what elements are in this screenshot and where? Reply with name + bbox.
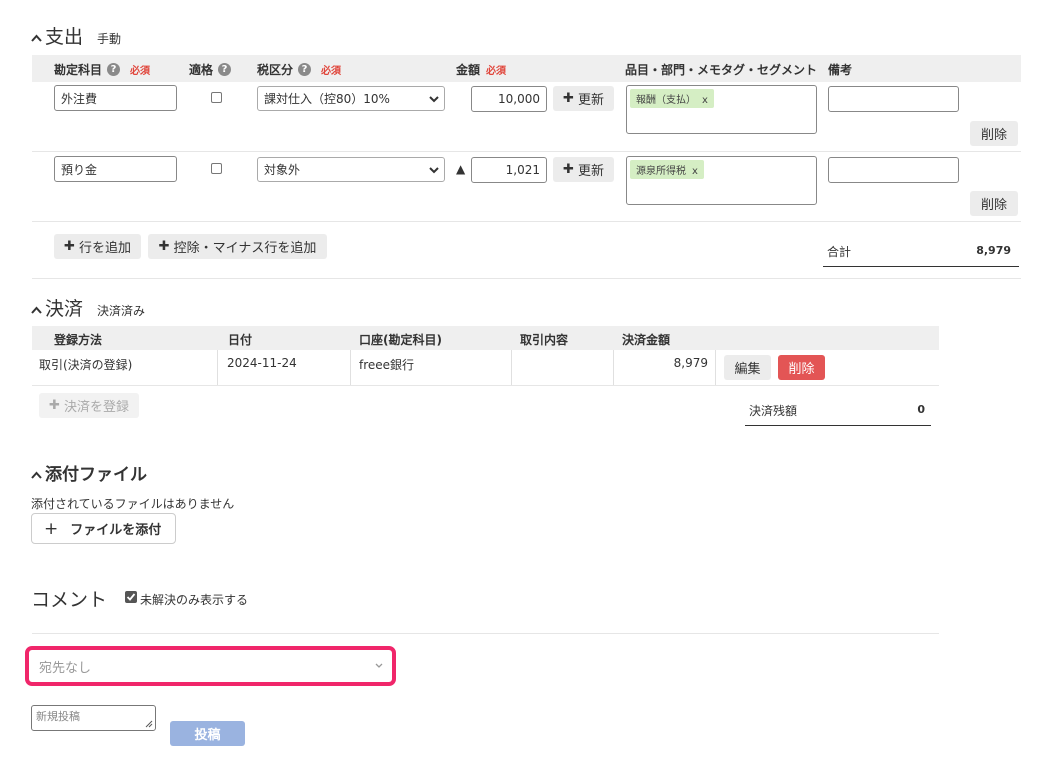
column-divider <box>715 350 716 385</box>
tag-input[interactable]: 源泉所得税 x <box>626 156 817 205</box>
help-icon[interactable]: ? <box>298 63 312 76</box>
settlement-account: freee銀行 <box>359 358 415 372</box>
balance-value: 0 <box>917 403 925 416</box>
post-button[interactable]: 投稿 <box>170 721 245 746</box>
settlement-table-header: 登録方法 日付 口座(勘定科目) 取引内容 決済金額 <box>32 326 939 350</box>
note-input[interactable] <box>828 86 959 112</box>
settlement-date: 2024-11-24 <box>227 356 297 370</box>
comments-title: コメント <box>31 589 108 611</box>
header-eligible: 適格 ? <box>189 61 232 78</box>
chevron-down-icon <box>429 96 439 103</box>
attachments-section-header[interactable]: 添付ファイル <box>31 460 147 485</box>
tag-remove-icon[interactable]: x <box>692 166 698 177</box>
help-icon[interactable]: ? <box>107 63 121 76</box>
tax-select[interactable]: 課対仕入（控80）10% <box>257 86 445 111</box>
header-note: 備考 <box>828 63 853 77</box>
destination-select-value: 宛先なし <box>39 660 92 676</box>
attachments-empty-text: 添付されているファイルはありません <box>31 497 235 511</box>
column-divider <box>217 350 218 385</box>
register-settlement-button[interactable]: ✚ 決済を登録 <box>39 393 139 418</box>
plus-icon: ✚ <box>64 239 75 254</box>
header-method: 登録方法 <box>54 333 103 347</box>
account-input[interactable]: 預り金 <box>54 156 177 182</box>
chevron-down-icon <box>429 167 439 174</box>
expense-table-header: 勘定科目 ? 必須 適格 ? 税区分 ? 必須 金額 必須 品目・部門・メモタグ… <box>32 55 1021 82</box>
add-minus-row-button[interactable]: ✚ 控除・マイナス行を追加 <box>148 234 327 259</box>
required-badge: 必須 <box>321 66 342 77</box>
destination-select[interactable]: 宛先なし <box>33 654 388 678</box>
add-row-button[interactable]: ✚ 行を追加 <box>54 234 141 259</box>
row-divider <box>32 221 1021 222</box>
add-file-button[interactable]: + ファイルを添付 <box>31 513 176 544</box>
eligible-checkbox[interactable] <box>211 163 222 174</box>
unresolved-only-label: 未解決のみ表示する <box>140 593 249 607</box>
update-button[interactable]: ✚ 更新 <box>553 157 614 182</box>
comments-divider <box>32 633 939 634</box>
column-divider <box>511 350 512 385</box>
attachments-title: 添付ファイル <box>45 465 147 485</box>
expense-subtitle: 手動 <box>97 32 122 46</box>
collapse-chevron-icon[interactable] <box>31 468 45 483</box>
expense-section-header[interactable]: 支出 手動 <box>31 22 121 49</box>
tax-select-value: 対象外 <box>264 163 301 177</box>
amount-input[interactable]: 1,021 <box>471 157 547 183</box>
resize-handle-icon <box>145 720 153 728</box>
account-input[interactable]: 外注費 <box>54 85 177 111</box>
header-content: 取引内容 <box>520 333 569 347</box>
header-date: 日付 <box>228 333 253 347</box>
settlement-section-header[interactable]: 決済 決済済み <box>31 294 145 321</box>
header-items: 品目・部門・メモタグ・セグメント <box>625 63 818 77</box>
new-post-placeholder: 新規投稿 <box>36 710 80 723</box>
unresolved-only-checkbox[interactable] <box>125 591 137 603</box>
note-input[interactable] <box>828 157 959 183</box>
delete-row-button[interactable]: 削除 <box>970 191 1018 216</box>
row-divider <box>32 151 1021 152</box>
new-post-textarea[interactable]: 新規投稿 <box>31 705 156 731</box>
edit-button[interactable]: 編集 <box>724 355 771 380</box>
plus-icon: + <box>44 518 59 539</box>
tax-select-value: 課対仕入（控80）10% <box>264 92 390 106</box>
delete-settlement-button[interactable]: 削除 <box>778 355 825 380</box>
balance-underline <box>745 425 931 426</box>
expense-title: 支出 <box>45 26 84 48</box>
settlement-title: 決済 <box>45 298 84 320</box>
header-amount: 決済金額 <box>622 333 671 347</box>
column-divider <box>613 350 614 385</box>
balance-label: 決済残額 <box>749 404 798 418</box>
settlement-amount: 8,979 <box>673 356 708 370</box>
header-amount: 金額 必須 <box>456 63 507 77</box>
plus-icon: ✚ <box>158 239 170 254</box>
total-label: 合計 <box>827 245 852 259</box>
tag-remove-icon[interactable]: x <box>702 95 708 106</box>
tag-input[interactable]: 報酬（支払） x <box>626 85 817 134</box>
help-icon[interactable]: ? <box>218 63 232 76</box>
collapse-chevron-icon[interactable] <box>31 303 45 318</box>
amount-input[interactable]: 10,000 <box>471 86 547 112</box>
header-account: 勘定科目 ? 必須 <box>54 63 151 77</box>
eligible-checkbox[interactable] <box>211 92 222 103</box>
settlement-subtitle: 決済済み <box>97 304 146 318</box>
plus-icon: ✚ <box>49 398 60 413</box>
row-divider <box>32 385 939 386</box>
delete-row-button[interactable]: 削除 <box>970 121 1018 146</box>
column-divider <box>350 350 351 385</box>
chevron-down-icon <box>375 663 383 668</box>
tag-chip: 源泉所得税 x <box>630 160 704 179</box>
required-badge: 必須 <box>486 66 507 77</box>
update-button[interactable]: ✚ 更新 <box>553 86 614 111</box>
section-divider <box>32 278 1021 279</box>
minus-direction-icon: ▲ <box>456 162 466 176</box>
total-underline <box>823 266 1019 267</box>
tag-chip: 報酬（支払） x <box>630 89 714 108</box>
plus-icon: ✚ <box>563 91 574 106</box>
plus-icon: ✚ <box>563 162 574 177</box>
collapse-chevron-icon[interactable] <box>31 31 45 46</box>
tax-select[interactable]: 対象外 <box>257 157 445 182</box>
total-value: 8,979 <box>976 244 1011 257</box>
settlement-method: 取引(決済の登録) <box>39 358 133 372</box>
header-account: 口座(勘定科目) <box>359 333 442 347</box>
required-badge: 必須 <box>130 66 151 77</box>
header-tax: 税区分 ? 必須 <box>257 63 342 77</box>
